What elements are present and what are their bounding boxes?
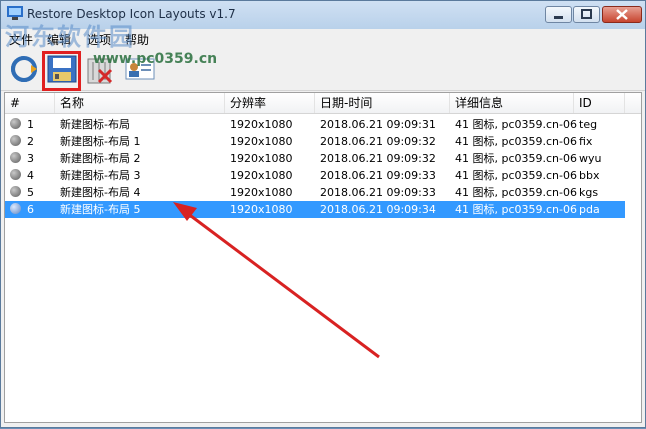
cell-num: 6 [27,203,34,216]
cell-dt: 2018.06.21 09:09:33 [320,186,436,199]
maximize-button[interactable] [573,6,600,23]
cell-id: pda [579,203,600,216]
cell-res: 1920x1080 [230,152,293,165]
col-id[interactable]: ID [574,93,625,113]
cell-dt: 2018.06.21 09:09:33 [320,169,436,182]
cell-res: 1920x1080 [230,169,293,182]
cell-dt: 2018.06.21 09:09:32 [320,135,436,148]
cell-id: fix [579,135,593,148]
col-details[interactable]: 详细信息 [450,93,574,113]
cell-id: teg [579,118,598,131]
table-row[interactable]: 3 新建图标-布局 2 1920x1080 2018.06.21 09:09:32 41… [5,150,625,167]
cell-id: kgs [579,186,599,199]
layout-status-icon [10,169,21,180]
col-name[interactable]: 名称 [55,93,225,113]
cell-name: 新建图标-布局 2 [60,152,141,165]
cell-num: 5 [27,186,34,199]
table-row[interactable]: 6 新建图标-布局 5 1920x1080 2018.06.21 09:09:34 41… [5,201,625,218]
layout-status-icon [10,186,21,197]
layout-status-icon [10,203,21,214]
cell-detail: 41 图标, pc0359.cn-06 [455,169,577,182]
cell-detail: 41 图标, pc0359.cn-06 [455,118,577,131]
col-datetime[interactable]: 日期-时间 [315,93,450,113]
layout-status-icon [10,152,21,163]
list-header: # 名称 分辨率 日期-时间 详细信息 ID [5,93,641,114]
cell-id: bbx [579,169,600,182]
cell-detail: 41 图标, pc0359.cn-06 [455,152,577,165]
cell-res: 1920x1080 [230,135,293,148]
cell-dt: 2018.06.21 09:09:32 [320,152,436,165]
cell-res: 1920x1080 [230,118,293,131]
layout-status-icon [10,135,21,146]
cell-num: 3 [27,152,34,165]
close-button[interactable] [602,6,642,23]
cell-name: 新建图标-布局 5 [60,203,141,216]
annotation-highlight-box [42,51,81,91]
watermark: 河东软件园 [5,23,135,51]
minimize-icon [554,16,563,19]
cell-num: 4 [27,169,34,182]
cell-name: 新建图标-布局 1 [60,135,141,148]
app-window: Restore Desktop Icon Layouts v1.7 文件 编辑 … [0,0,646,428]
cell-dt: 2018.06.21 09:09:31 [320,118,436,131]
close-icon [616,9,628,20]
maximize-icon [581,9,592,19]
refresh-icon[interactable] [7,52,41,86]
table-row[interactable]: 2 新建图标-布局 1 1920x1080 2018.06.21 09:09:32 41… [5,133,625,150]
col-number[interactable]: # [5,93,55,113]
minimize-button[interactable] [545,6,572,23]
table-row[interactable]: 4 新建图标-布局 3 1920x1080 2018.06.21 09:09:33 41… [5,167,625,184]
table-row[interactable]: 5 新建图标-布局 4 1920x1080 2018.06.21 09:09:33 41… [5,184,625,201]
cell-detail: 41 图标, pc0359.cn-06 [455,203,577,216]
cell-name: 新建图标-布局 3 [60,169,141,182]
cell-res: 1920x1080 [230,203,293,216]
cell-id: wyu [579,152,602,165]
cell-detail: 41 图标, pc0359.cn-06 [455,186,577,199]
layout-list[interactable]: # 名称 分辨率 日期-时间 详细信息 ID 1 新建图标-布局 1920x1080… [4,92,642,423]
cell-name: 新建图标-布局 [60,118,130,131]
watermark-url: www.pc0359.cn [93,51,218,67]
layout-status-icon [10,118,21,129]
cell-num: 2 [27,135,34,148]
cell-res: 1920x1080 [230,186,293,199]
cell-num: 1 [27,118,34,131]
cell-name: 新建图标-布局 4 [60,186,141,199]
cell-detail: 41 图标, pc0359.cn-06 [455,135,577,148]
col-resolution[interactable]: 分辨率 [225,93,315,113]
table-row[interactable]: 1 新建图标-布局 1920x1080 2018.06.21 09:09:31 41 图… [5,116,625,133]
cell-dt: 2018.06.21 09:09:34 [320,203,436,216]
